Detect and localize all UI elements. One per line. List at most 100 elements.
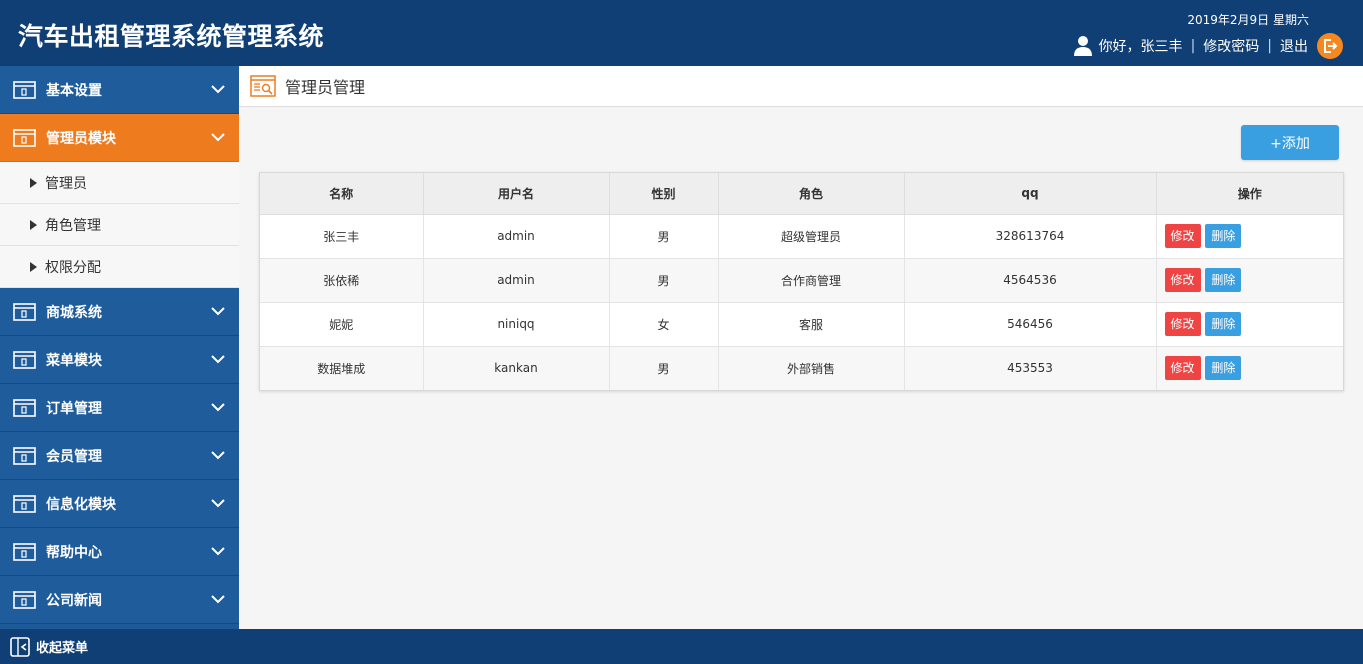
- cell-name: 妮妮: [260, 302, 424, 347]
- cell-username: niniqq: [423, 302, 610, 347]
- menu-label: 商城系统: [46, 304, 102, 321]
- edit-button[interactable]: 修改: [1164, 224, 1201, 248]
- table-row: 张依稀 admin 男 合作商管理 4564536 修改 删除: [260, 258, 1343, 303]
- cell-gender: 男: [609, 346, 719, 390]
- window-icon: [13, 398, 36, 417]
- admin-table: 名称 用户名 性别 角色 qq 操作 张三丰 admin 男 超级管理员 328…: [259, 172, 1344, 391]
- collapse-icon: [10, 636, 30, 657]
- chevron-down-icon: [211, 499, 225, 508]
- menu-admin-module[interactable]: 管理员模块: [0, 114, 239, 162]
- sub-item-label: 管理员: [45, 175, 87, 192]
- window-icon: [13, 128, 36, 147]
- chevron-down-icon: [211, 451, 225, 460]
- sidebar-item-permissions[interactable]: 权限分配: [0, 246, 239, 288]
- cell-name: 张依稀: [260, 258, 424, 303]
- menu-label: 会员管理: [46, 448, 102, 465]
- chevron-down-icon: [211, 133, 225, 142]
- cell-actions: 修改 删除: [1156, 258, 1343, 303]
- cell-qq: 546456: [904, 302, 1157, 347]
- cell-role: 超级管理员: [718, 214, 905, 259]
- cell-qq: 4564536: [904, 258, 1157, 303]
- menu-label: 帮助中心: [46, 544, 102, 561]
- cell-actions: 修改 删除: [1156, 214, 1343, 259]
- add-button[interactable]: +添加: [1241, 125, 1339, 160]
- sidebar-item-roles[interactable]: 角色管理: [0, 204, 239, 246]
- delete-button[interactable]: 删除: [1205, 356, 1242, 381]
- cell-gender: 男: [609, 214, 719, 259]
- table-row: 妮妮 niniqq 女 客服 546456 修改 删除: [260, 302, 1343, 347]
- edit-button[interactable]: 修改: [1164, 312, 1201, 336]
- menu-label: 管理员模块: [46, 130, 116, 147]
- page-header: 管理员管理: [239, 66, 1363, 107]
- cell-role: 合作商管理: [718, 258, 905, 303]
- sidebar-item-administrators[interactable]: 管理员: [0, 162, 239, 204]
- table-header-row: 名称 用户名 性别 角色 qq 操作: [260, 173, 1343, 215]
- sub-item-label: 角色管理: [45, 217, 101, 234]
- logout-link[interactable]: 退出: [1280, 36, 1308, 56]
- chevron-down-icon: [211, 595, 225, 604]
- greeting-text: 你好，张三丰: [1098, 39, 1183, 55]
- triangle-right-icon: [30, 261, 37, 272]
- logout-icon[interactable]: [1317, 33, 1343, 59]
- edit-button[interactable]: 修改: [1164, 356, 1201, 381]
- menu-basic-settings[interactable]: 基本设置: [0, 66, 239, 114]
- divider: |: [1190, 38, 1196, 54]
- collapse-menu-bar[interactable]: 收起菜单: [0, 629, 1363, 664]
- menu-informatization[interactable]: 信息化模块: [0, 480, 239, 528]
- collapse-menu-label: 收起菜单: [36, 641, 89, 656]
- col-header-qq: qq: [904, 173, 1157, 215]
- chevron-down-icon: [211, 85, 225, 94]
- change-password-link[interactable]: 修改密码: [1203, 36, 1259, 56]
- table-row: 数据堆成 kankan 男 外部销售 453553 修改 删除: [260, 346, 1343, 390]
- cell-role: 外部销售: [718, 346, 905, 390]
- col-header-role: 角色: [718, 173, 905, 215]
- cell-username: admin: [423, 214, 610, 259]
- triangle-right-icon: [30, 177, 37, 188]
- top-header: 汽车出租管理系统管理系统 2019年2月9日 星期六 你好，张三丰 | 修改密码…: [0, 0, 1363, 66]
- cell-actions: 修改 删除: [1156, 302, 1343, 347]
- document-search-icon: [250, 75, 276, 97]
- menu-order-management[interactable]: 订单管理: [0, 384, 239, 432]
- divider: |: [1267, 38, 1272, 54]
- col-header-name: 名称: [260, 173, 424, 215]
- menu-label: 公司新闻: [46, 592, 102, 609]
- cell-name: 数据堆成: [260, 346, 424, 390]
- table-row: 张三丰 admin 男 超级管理员 328613764 修改 删除: [260, 214, 1343, 259]
- menu-help-center[interactable]: 帮助中心: [0, 528, 239, 576]
- menu-label: 信息化模块: [46, 496, 116, 513]
- user-bar: 你好，张三丰 | 修改密码 | 退出: [1073, 33, 1343, 59]
- cell-role: 客服: [718, 302, 905, 347]
- main-content: 管理员管理 +添加 名称 用户名 性别 角色 qq 操作 张三丰 admin 男…: [239, 66, 1363, 629]
- sidebar: 基本设置 管理员模块 管理员 角色管理 权限分配 商城系统 菜单模块 订单管理: [0, 66, 239, 629]
- col-header-gender: 性别: [609, 173, 719, 215]
- col-header-username: 用户名: [423, 173, 610, 215]
- user-icon: [1073, 36, 1092, 56]
- menu-member-management[interactable]: 会员管理: [0, 432, 239, 480]
- cell-gender: 男: [609, 258, 719, 303]
- delete-button[interactable]: 删除: [1205, 312, 1242, 336]
- menu-label: 订单管理: [46, 400, 102, 417]
- window-icon: [13, 542, 36, 561]
- page-title: 管理员管理: [285, 78, 366, 97]
- admin-submenu: 管理员 角色管理 权限分配: [0, 162, 239, 288]
- menu-label: 菜单模块: [46, 352, 102, 369]
- window-icon: [13, 350, 36, 369]
- chevron-down-icon: [211, 307, 225, 316]
- chevron-down-icon: [211, 355, 225, 364]
- delete-button[interactable]: 删除: [1205, 224, 1242, 248]
- menu-label: 基本设置: [46, 82, 102, 99]
- col-header-actions: 操作: [1156, 173, 1343, 215]
- cell-qq: 453553: [904, 346, 1157, 390]
- cell-name: 张三丰: [260, 214, 424, 259]
- menu-menu-module[interactable]: 菜单模块: [0, 336, 239, 384]
- window-icon: [13, 590, 36, 609]
- menu-company-news[interactable]: 公司新闻: [0, 576, 239, 624]
- window-icon: [13, 80, 36, 99]
- edit-button[interactable]: 修改: [1164, 268, 1201, 292]
- cell-qq: 328613764: [904, 214, 1157, 259]
- cell-actions: 修改 删除: [1156, 346, 1343, 390]
- triangle-right-icon: [30, 219, 37, 230]
- menu-mall-system[interactable]: 商城系统: [0, 288, 239, 336]
- cell-gender: 女: [609, 302, 719, 347]
- delete-button[interactable]: 删除: [1205, 268, 1242, 292]
